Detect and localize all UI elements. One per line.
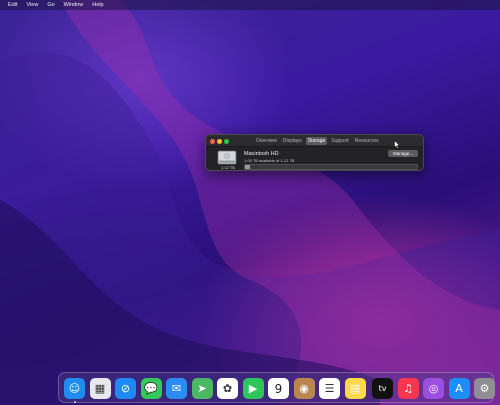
tab-resources[interactable]: Resources bbox=[353, 137, 381, 145]
wallpaper-wave bbox=[0, 0, 500, 405]
reminders-icon[interactable]: ☰ bbox=[319, 378, 340, 399]
contacts-icon[interactable]: ◉ bbox=[293, 378, 315, 399]
maps-icon[interactable]: ➤ bbox=[191, 378, 213, 399]
menu-bar: Edit View Go Window Help bbox=[0, 0, 500, 10]
hard-drive-icon bbox=[217, 150, 237, 165]
photos-icon[interactable]: ✿ bbox=[217, 378, 238, 399]
tv-icon[interactable]: tv bbox=[372, 378, 393, 399]
about-this-mac-window: Overview Displays Storage Support Resour… bbox=[205, 134, 424, 171]
storage-panel: 1.12 TB Fusion Drive Macintosh HD 1.09 T… bbox=[206, 147, 423, 171]
window-titlebar[interactable]: Overview Displays Storage Support Resour… bbox=[206, 135, 423, 147]
mouse-cursor-icon bbox=[394, 140, 400, 149]
minimize-button[interactable] bbox=[217, 138, 222, 144]
menu-view[interactable]: View bbox=[26, 0, 38, 10]
launchpad-icon[interactable]: ▦ bbox=[89, 378, 111, 399]
close-button[interactable] bbox=[210, 138, 215, 144]
zoom-button[interactable] bbox=[224, 138, 229, 144]
menu-go[interactable]: Go bbox=[47, 0, 54, 10]
dock: ☺ ▦ ⊘ 💬 ✉ ➤ ✿ ▶ 9 ◉ ☰ ▤ tv ♫ ◎ A ⚙ bbox=[58, 372, 495, 403]
notes-icon[interactable]: ▤ bbox=[344, 378, 366, 399]
storage-usage-fill bbox=[245, 165, 251, 169]
window-tabs: Overview Displays Storage Support Resour… bbox=[254, 137, 383, 145]
tab-displays[interactable]: Displays bbox=[281, 137, 304, 145]
menu-help[interactable]: Help bbox=[92, 0, 103, 10]
disk-type-label: Fusion Drive bbox=[217, 170, 239, 171]
desktop-wallpaper bbox=[0, 0, 500, 405]
volume-available: 1.09 TB available of 1.12 TB bbox=[244, 158, 295, 163]
storage-usage-bar bbox=[244, 164, 418, 170]
tab-support[interactable]: Support bbox=[329, 137, 351, 145]
menu-edit[interactable]: Edit bbox=[8, 0, 17, 10]
podcasts-icon[interactable]: ◎ bbox=[423, 378, 444, 399]
facetime-icon[interactable]: ▶ bbox=[242, 378, 264, 399]
manage-button[interactable]: Manage... bbox=[388, 150, 418, 157]
finder-icon[interactable]: ☺ bbox=[64, 378, 85, 399]
safari-icon[interactable]: ⊘ bbox=[115, 378, 136, 399]
system-preferences-icon[interactable]: ⚙ bbox=[474, 378, 495, 399]
tab-storage[interactable]: Storage bbox=[305, 137, 328, 145]
mail-icon[interactable]: ✉ bbox=[166, 378, 187, 399]
messages-icon[interactable]: 💬 bbox=[140, 378, 162, 399]
calendar-icon[interactable]: 9 bbox=[268, 378, 289, 399]
music-icon[interactable]: ♫ bbox=[397, 378, 419, 399]
tab-overview[interactable]: Overview bbox=[254, 137, 279, 145]
volume-name: Macintosh HD bbox=[244, 151, 279, 157]
finder-running-indicator bbox=[73, 401, 76, 403]
app-store-icon[interactable]: A bbox=[448, 378, 470, 399]
menu-window[interactable]: Window bbox=[64, 0, 84, 10]
